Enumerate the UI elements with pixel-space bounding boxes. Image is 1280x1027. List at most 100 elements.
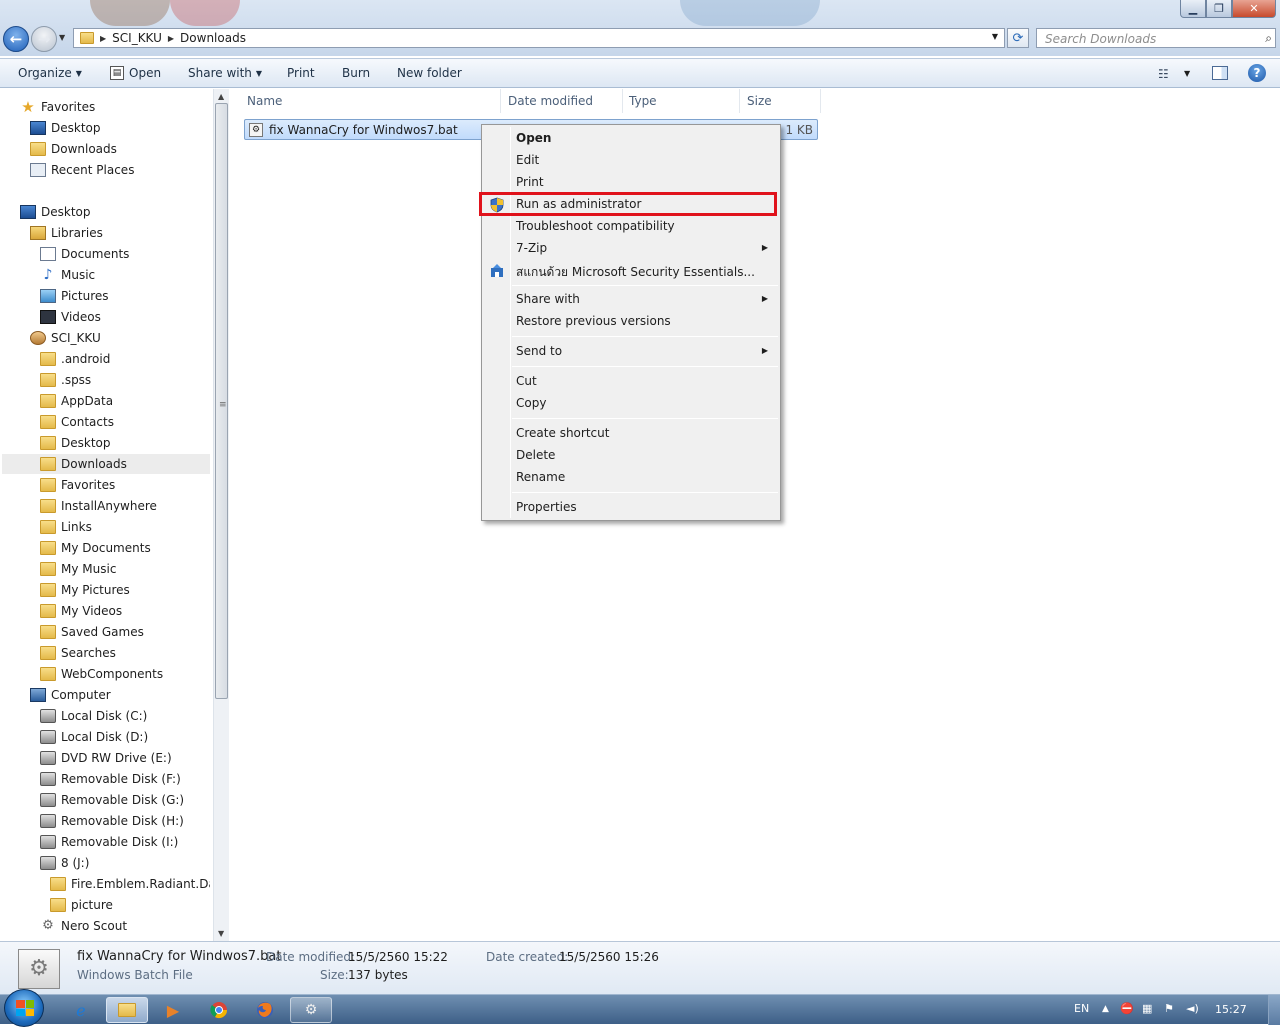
nav-j-folder[interactable]: Fire.Emblem.Radiant.Dawn xyxy=(50,874,210,894)
network-icon[interactable]: ▦ xyxy=(1142,1002,1152,1015)
nav-drive[interactable]: 8 (J:) xyxy=(40,853,89,873)
nav-user-subfolder[interactable]: Saved Games xyxy=(40,622,144,642)
preview-pane-icon[interactable] xyxy=(1212,66,1228,80)
menu-item-open[interactable]: Open xyxy=(484,128,778,150)
volume-icon[interactable]: ◄) xyxy=(1186,1002,1199,1015)
nav-user-subfolder[interactable]: My Music xyxy=(40,559,116,579)
scroll-down-icon[interactable]: ▼ xyxy=(218,929,224,938)
nav-drive[interactable]: Removable Disk (G:) xyxy=(40,790,184,810)
column-header-size[interactable]: Size xyxy=(741,89,821,113)
menu-item-share-with[interactable]: Share with ▶ xyxy=(484,289,778,311)
menu-item-restore-previous-versions[interactable]: Restore previous versions xyxy=(484,311,778,333)
nav-user-folder[interactable]: SCI_KKU xyxy=(30,328,101,348)
nav-user-subfolder[interactable]: .spss xyxy=(40,370,91,390)
menu-item-properties[interactable]: Properties xyxy=(484,497,778,519)
nav-drive[interactable]: Local Disk (C:) xyxy=(40,706,147,726)
breadcrumb-separator-icon[interactable]: ▶ xyxy=(168,34,174,43)
column-header-type[interactable]: Type xyxy=(623,89,740,113)
nav-user-subfolder[interactable]: Contacts xyxy=(40,412,114,432)
nav-documents[interactable]: Documents xyxy=(40,244,129,264)
nav-user-subfolder[interactable]: Desktop xyxy=(40,433,111,453)
navigation-scrollbar[interactable]: ▲ ≡ ▼ xyxy=(213,89,229,941)
menu-item-delete[interactable]: Delete xyxy=(484,445,778,467)
nav-user-subfolder[interactable]: My Videos xyxy=(40,601,122,621)
breadcrumb-sci-kku[interactable]: SCI_KKU xyxy=(112,31,162,45)
batch-file-taskbar-icon[interactable]: ⚙ xyxy=(290,997,332,1023)
nav-nero-scout[interactable]: ⚙ Nero Scout xyxy=(40,916,127,936)
chrome-icon[interactable] xyxy=(198,997,240,1023)
views-dropdown-icon[interactable]: ▼ xyxy=(1184,69,1190,78)
recent-pages-dropdown-icon[interactable]: ▼ xyxy=(59,33,65,42)
menu-item-scan-security-essentials[interactable]: สแกนด้วย Microsoft Security Essentials..… xyxy=(484,260,778,282)
back-button[interactable]: ← xyxy=(3,26,29,52)
menu-item-print[interactable]: Print xyxy=(484,172,778,194)
column-header-date-modified[interactable]: Date modified xyxy=(502,89,623,113)
open-button[interactable]: Open xyxy=(129,66,161,80)
share-with-button[interactable]: Share with ▼ xyxy=(188,66,262,80)
nav-drive[interactable]: Local Disk (D:) xyxy=(40,727,148,747)
nav-user-subfolder[interactable]: Searches xyxy=(40,643,116,663)
media-player-icon[interactable]: ▶ xyxy=(152,997,194,1023)
print-button[interactable]: Print xyxy=(287,66,315,80)
nav-user-subfolder[interactable]: Links xyxy=(40,517,92,537)
nav-recent-places[interactable]: Recent Places xyxy=(30,160,134,180)
nav-fav-desktop[interactable]: Desktop xyxy=(30,118,101,138)
address-bar[interactable]: ▶ SCI_KKU ▶ Downloads ▼ xyxy=(73,28,1005,48)
organize-button[interactable]: Organize ▼ xyxy=(18,66,82,80)
menu-item-send-to[interactable]: Send to ▶ xyxy=(484,341,778,363)
refresh-button[interactable]: ⟳ xyxy=(1007,28,1029,48)
menu-item-copy[interactable]: Copy xyxy=(484,393,778,415)
nav-drive[interactable]: Removable Disk (I:) xyxy=(40,832,178,852)
nav-j-folder[interactable]: picture xyxy=(50,895,113,915)
burn-button[interactable]: Burn xyxy=(342,66,370,80)
nav-user-subfolder[interactable]: .android xyxy=(40,349,110,369)
language-indicator[interactable]: EN xyxy=(1074,1002,1089,1015)
internet-explorer-icon[interactable]: ℯ xyxy=(60,997,102,1023)
action-center-flag-icon[interactable]: ⚑ xyxy=(1164,1002,1174,1015)
nav-downloads-selected[interactable]: Downloads xyxy=(2,454,210,474)
nav-user-subfolder[interactable]: Favorites xyxy=(40,475,115,495)
nav-favorites[interactable]: ★ Favorites xyxy=(20,97,95,117)
breadcrumb-downloads[interactable]: Downloads xyxy=(180,31,246,45)
nav-user-subfolder[interactable]: My Pictures xyxy=(40,580,130,600)
change-view-icon[interactable]: ☷ xyxy=(1158,67,1169,81)
nav-computer[interactable]: Computer xyxy=(30,685,111,705)
menu-item-edit[interactable]: Edit xyxy=(484,150,778,172)
nav-drive[interactable]: Removable Disk (H:) xyxy=(40,811,184,831)
security-essentials-tray-icon[interactable]: ⛔ xyxy=(1120,1002,1134,1015)
windows-explorer-icon[interactable] xyxy=(106,997,148,1023)
address-history-dropdown-icon[interactable]: ▼ xyxy=(992,32,998,41)
forward-button[interactable]: → xyxy=(31,26,57,52)
clock[interactable]: 15:27 xyxy=(1215,1003,1247,1016)
close-button[interactable]: ✕ xyxy=(1232,0,1276,18)
show-hidden-icons-icon[interactable]: ▲ xyxy=(1102,1004,1109,1014)
nav-desktop[interactable]: Desktop xyxy=(20,202,91,222)
nav-drive[interactable]: Removable Disk (F:) xyxy=(40,769,181,789)
scroll-up-icon[interactable]: ▲ xyxy=(218,92,224,101)
nav-music[interactable]: ♪ Music xyxy=(40,265,96,285)
column-header-name[interactable]: Name xyxy=(241,89,501,113)
nav-user-subfolder[interactable]: My Documents xyxy=(40,538,151,558)
new-folder-button[interactable]: New folder xyxy=(397,66,462,80)
show-desktop-button[interactable] xyxy=(1268,995,1280,1025)
maximize-button[interactable]: ❐ xyxy=(1206,0,1232,18)
minimize-button[interactable]: ▁ xyxy=(1180,0,1206,18)
help-icon[interactable]: ? xyxy=(1248,64,1266,82)
nav-user-subfolder[interactable]: InstallAnywhere xyxy=(40,496,157,516)
nav-videos[interactable]: Videos xyxy=(40,307,101,327)
nav-user-subfolder[interactable]: AppData xyxy=(40,391,113,411)
nav-drive[interactable]: DVD RW Drive (E:) xyxy=(40,748,172,768)
start-button[interactable] xyxy=(4,989,44,1027)
nav-pictures[interactable]: Pictures xyxy=(40,286,109,306)
menu-item-create-shortcut[interactable]: Create shortcut xyxy=(484,423,778,445)
nav-user-subfolder[interactable]: WebComponents xyxy=(40,664,163,684)
menu-item-7zip[interactable]: 7-Zip ▶ xyxy=(484,238,778,260)
breadcrumb-separator-icon[interactable]: ▶ xyxy=(100,34,106,43)
scrollbar-thumb[interactable]: ≡ xyxy=(215,103,228,699)
search-input[interactable]: Search Downloads ⌕ xyxy=(1036,28,1276,48)
menu-item-cut[interactable]: Cut xyxy=(484,371,778,393)
nav-fav-downloads[interactable]: Downloads xyxy=(30,139,117,159)
nav-libraries[interactable]: Libraries xyxy=(30,223,103,243)
menu-item-troubleshoot-compatibility[interactable]: Troubleshoot compatibility xyxy=(484,216,778,238)
menu-item-rename[interactable]: Rename xyxy=(484,467,778,489)
